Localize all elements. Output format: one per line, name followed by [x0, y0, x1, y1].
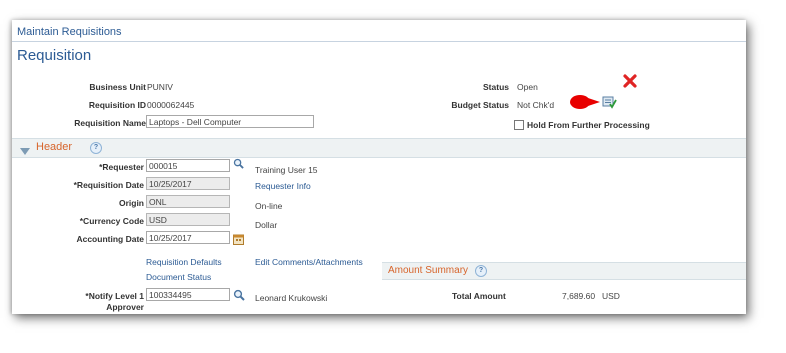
requisition-window: Maintain Requisitions Requisition Busine…	[12, 20, 746, 314]
requisition-name-label: Requisition Name	[74, 118, 146, 128]
total-amount-label: Total Amount	[452, 291, 506, 301]
requester-label: *Requester	[99, 162, 144, 172]
origin-description: On-line	[255, 201, 283, 211]
requisition-id-label: Requisition ID	[88, 100, 146, 110]
budget-check-icon[interactable]	[602, 95, 617, 114]
budget-status-label: Budget Status	[451, 100, 509, 110]
document-status-link[interactable]: Document Status	[146, 272, 211, 282]
page-title: Requisition	[17, 47, 92, 64]
breadcrumb-divider	[12, 41, 746, 42]
origin-label: Origin	[118, 198, 144, 208]
amount-summary-bar: Amount Summary ?	[382, 262, 746, 280]
header-section-bar[interactable]: Header ?	[12, 138, 746, 158]
approver-name: Leonard Krukowski	[255, 293, 328, 303]
header-section-title[interactable]: Header	[36, 141, 72, 153]
amount-help-icon[interactable]: ?	[475, 265, 487, 277]
amount-summary-title: Amount Summary	[388, 265, 469, 276]
requisition-date-field: 10/25/2017	[146, 177, 230, 190]
total-amount-value: 7,689.60	[562, 291, 596, 301]
cancel-requisition-icon[interactable]	[622, 73, 638, 94]
notify-approver-label: Approver	[106, 302, 144, 312]
requisition-name-field[interactable]: Laptops - Dell Computer	[146, 115, 314, 128]
breadcrumb[interactable]: Maintain Requisitions	[17, 26, 122, 38]
hold-label: Hold From Further Processing	[527, 120, 650, 130]
requisition-id-value: 0000062445	[147, 100, 195, 110]
collapse-triangle-icon[interactable]	[20, 143, 30, 161]
requester-field[interactable]: 000015	[146, 159, 230, 172]
accounting-date-label: Accounting Date	[76, 234, 144, 244]
calendar-icon[interactable]	[233, 232, 244, 250]
currency-description: Dollar	[255, 220, 278, 230]
notify-level-label: *Notify Level 1	[85, 291, 144, 301]
business-unit-value: PUNIV	[147, 82, 173, 92]
callout-marker-icon	[568, 93, 604, 116]
currency-code-field: USD	[146, 213, 230, 226]
status-label: Status	[483, 82, 509, 92]
approver-lookup-icon[interactable]	[233, 288, 245, 306]
status-value: Open	[517, 82, 538, 92]
total-amount-currency: USD	[602, 291, 620, 301]
origin-field: ONL	[146, 195, 230, 208]
notify-approver-field[interactable]: 100334495	[146, 288, 230, 301]
header-help-icon[interactable]: ?	[90, 142, 102, 154]
currency-code-label: *Currency Code	[79, 216, 144, 226]
requisition-date-label: *Requisition Date	[73, 180, 144, 190]
requisition-defaults-link[interactable]: Requisition Defaults	[146, 257, 222, 267]
edit-comments-link[interactable]: Edit Comments/Attachments	[255, 257, 363, 267]
requester-name: Training User 15	[255, 165, 318, 175]
requester-info-link[interactable]: Requester Info	[255, 181, 311, 191]
budget-status-value: Not Chk'd	[517, 100, 555, 110]
accounting-date-field[interactable]: 10/25/2017	[146, 231, 230, 244]
business-unit-label: Business Unit	[89, 82, 146, 92]
hold-checkbox[interactable]	[514, 120, 524, 130]
